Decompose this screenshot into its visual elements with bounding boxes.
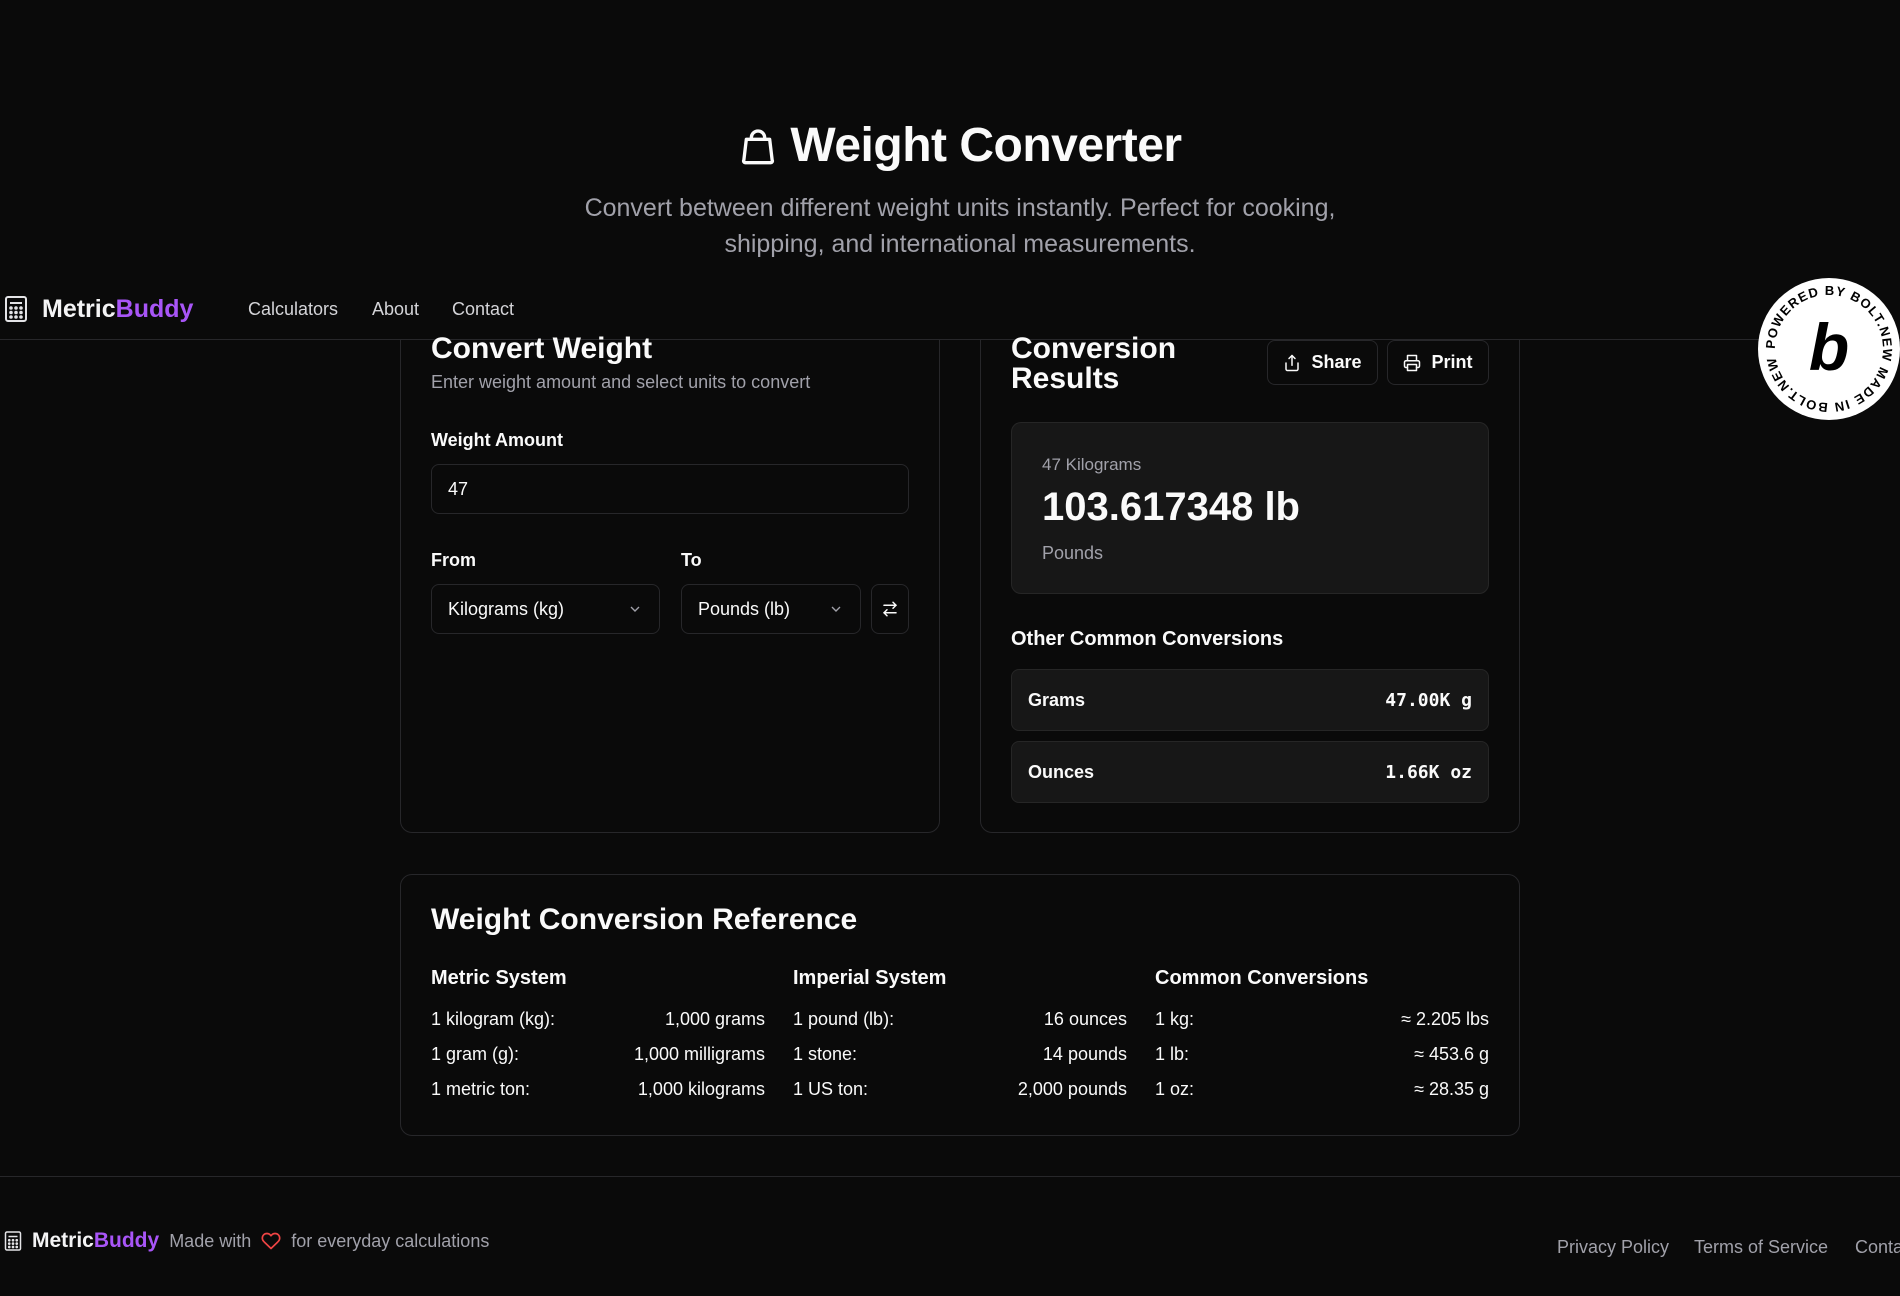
footer-brand[interactable]: MetricBuddy bbox=[32, 1229, 159, 1253]
footer-link-privacy[interactable]: Privacy Policy bbox=[1557, 1237, 1669, 1258]
reference-row: 1 oz: ≈ 28.35 g bbox=[1155, 1079, 1489, 1100]
conversion-value: 47.00K g bbox=[1385, 689, 1472, 711]
reference-heading: Metric System bbox=[431, 967, 567, 989]
reference-column-metric: Metric System 1 kilogram (kg): 1,000 gram… bbox=[431, 967, 765, 1107]
reference-key: 1 kg: bbox=[1155, 1009, 1195, 1029]
heart-icon bbox=[261, 1232, 281, 1250]
reference-row: 1 stone: 14 pounds bbox=[793, 1044, 1127, 1065]
result-display: 47 Kilograms 103.617348 lb Pounds bbox=[1011, 422, 1489, 594]
bolt-badge[interactable]: POWERED BY BOLT.NEW MADE IN BOLT.NEW b bbox=[1758, 278, 1900, 420]
bolt-badge-logo: POWERED BY BOLT.NEW MADE IN BOLT.NEW b bbox=[1759, 279, 1899, 419]
page-subtitle: Convert between different weight units i… bbox=[584, 194, 1336, 258]
to-unit-select[interactable]: Pounds (lb) bbox=[681, 584, 861, 634]
conversion-row-grams: Grams 47.00K g bbox=[1011, 669, 1489, 731]
reference-value: 1,000 milligrams bbox=[633, 1044, 765, 1064]
reference-heading: Imperial System bbox=[793, 967, 947, 989]
footer-link-terms[interactable]: Terms of Service bbox=[1694, 1237, 1828, 1258]
swap-units-button[interactable] bbox=[871, 584, 909, 634]
footer-brand-buddy: Buddy bbox=[93, 1229, 160, 1252]
reference-key: 1 kilogram (kg): bbox=[431, 1009, 556, 1029]
from-unit-value: Kilograms (kg) bbox=[448, 598, 565, 619]
reference-title: Weight Conversion Reference bbox=[431, 903, 858, 936]
reference-row: 1 gram (g): 1,000 milligrams bbox=[431, 1044, 765, 1065]
print-label: Print bbox=[1431, 352, 1473, 372]
reference-key: 1 oz: bbox=[1155, 1079, 1195, 1099]
bolt-badge-letter: b bbox=[1809, 310, 1849, 384]
to-unit-value: Pounds (lb) bbox=[698, 598, 791, 619]
reference-key: 1 US ton: bbox=[793, 1079, 869, 1099]
reference-value: 16 ounces bbox=[1043, 1009, 1127, 1029]
reference-row: 1 US ton: 2,000 pounds bbox=[793, 1079, 1127, 1100]
reference-key: 1 lb: bbox=[1155, 1044, 1190, 1064]
other-conversions-title: Other Common Conversions bbox=[1011, 628, 1284, 650]
conversion-name: Ounces bbox=[1028, 761, 1095, 782]
swap-arrows-icon bbox=[883, 601, 897, 617]
reference-row: 1 pound (lb): 16 ounces bbox=[793, 1009, 1127, 1030]
reference-value: ≈ 28.35 g bbox=[1414, 1079, 1489, 1099]
reference-column-imperial: Imperial System 1 pound (lb): 16 ounces 1… bbox=[793, 967, 1127, 1107]
convert-weight-card: Convert Weight Enter weight amount and s… bbox=[400, 334, 940, 833]
nav-link-about[interactable]: About bbox=[372, 278, 419, 340]
results-title-line2: Results bbox=[1011, 362, 1120, 395]
brand-buddy: Buddy bbox=[115, 294, 194, 323]
reference-value: 1,000 grams bbox=[664, 1009, 765, 1029]
reference-key: 1 metric ton: bbox=[431, 1079, 531, 1099]
print-button[interactable]: Print bbox=[1387, 340, 1489, 385]
nav-link-contact[interactable]: Contact bbox=[452, 278, 514, 340]
reference-value: 1,000 kilograms bbox=[637, 1079, 765, 1099]
conversion-value: 1.66K oz bbox=[1385, 761, 1472, 783]
brand-metric: Metric bbox=[42, 294, 116, 323]
reference-value: 2,000 pounds bbox=[1017, 1079, 1127, 1099]
share-icon bbox=[1285, 354, 1300, 371]
nav-link-calculators[interactable]: Calculators bbox=[248, 278, 338, 340]
footer-brand-metric: Metric bbox=[32, 1229, 94, 1252]
result-unit: Pounds bbox=[1042, 543, 1104, 563]
reference-value: ≈ 2.205 lbs bbox=[1401, 1009, 1489, 1029]
reference-value: ≈ 453.6 g bbox=[1414, 1044, 1489, 1064]
footer-brand-row: MetricBuddy Made with for everyday calcu… bbox=[4, 1229, 489, 1253]
share-button[interactable]: Share bbox=[1267, 340, 1378, 385]
conversion-row-ounces: Ounces 1.66K oz bbox=[1011, 741, 1489, 803]
weight-amount-input[interactable]: 47 bbox=[431, 464, 909, 514]
convert-card-title: Convert Weight bbox=[431, 332, 653, 365]
results-card-title: Conversion Results bbox=[1011, 334, 1176, 394]
reference-row: 1 lb: ≈ 453.6 g bbox=[1155, 1044, 1489, 1065]
reference-row: 1 kilogram (kg): 1,000 grams bbox=[431, 1009, 765, 1030]
reference-column-common: Common Conversions 1 kg: ≈ 2.205 lbs 1 lb… bbox=[1155, 967, 1489, 1107]
from-unit-select[interactable]: Kilograms (kg) bbox=[431, 584, 660, 634]
to-label: To bbox=[681, 550, 702, 570]
chevron-down-icon bbox=[831, 606, 841, 612]
reference-value: 14 pounds bbox=[1042, 1044, 1127, 1064]
from-label: From bbox=[431, 550, 476, 570]
reference-card: Weight Conversion Reference Metric Syste… bbox=[400, 874, 1520, 1136]
footer-tagline: for everyday calculations bbox=[291, 1230, 490, 1251]
calculator-icon bbox=[5, 296, 27, 322]
chevron-down-icon bbox=[630, 606, 640, 612]
footer-link-contact[interactable]: Conta bbox=[1855, 1237, 1900, 1258]
page-title-text: Weight Converter bbox=[790, 119, 1182, 172]
conversion-name: Grams bbox=[1028, 689, 1086, 710]
navbar: MetricBuddy Calculators About Contact bbox=[0, 278, 1900, 340]
reference-row: 1 metric ton: 1,000 kilograms bbox=[431, 1079, 765, 1100]
share-label: Share bbox=[1311, 352, 1362, 372]
reference-key: 1 gram (g): bbox=[431, 1044, 520, 1064]
shopping-bag-icon bbox=[742, 128, 775, 164]
reference-row: 1 kg: ≈ 2.205 lbs bbox=[1155, 1009, 1489, 1030]
reference-key: 1 pound (lb): bbox=[793, 1009, 895, 1029]
conversion-results-card: Conversion Results Share Print 47 Kilogr… bbox=[980, 334, 1520, 833]
result-value: 103.617348 lb bbox=[1042, 485, 1300, 529]
results-title-line1: Conversion bbox=[1011, 332, 1177, 365]
page-title: Weight Converter bbox=[0, 118, 1900, 173]
printer-icon bbox=[1404, 354, 1421, 371]
weight-amount-label: Weight Amount bbox=[431, 430, 563, 450]
weight-amount-value: 47 bbox=[448, 478, 469, 499]
footer-made-with: Made with bbox=[169, 1230, 252, 1251]
convert-card-description: Enter weight amount and select units to … bbox=[431, 372, 811, 392]
calculator-icon bbox=[4, 1231, 22, 1251]
footer: MetricBuddy Made with for everyday calcu… bbox=[0, 1176, 1900, 1296]
reference-heading: Common Conversions bbox=[1155, 967, 1369, 989]
reference-key: 1 stone: bbox=[793, 1044, 858, 1064]
result-input-caption: 47 Kilograms bbox=[1042, 455, 1142, 474]
brand-logo-link[interactable]: MetricBuddy bbox=[4, 278, 193, 340]
